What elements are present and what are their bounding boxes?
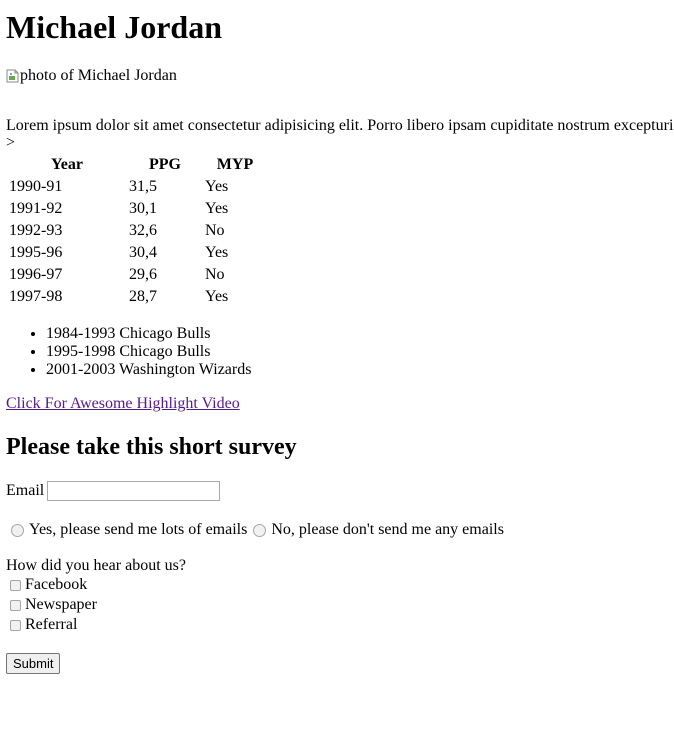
table-cell-myp: No <box>205 222 225 239</box>
table-cell-year: 1992-93 <box>9 222 63 239</box>
table-cell-year: 1996-97 <box>9 266 63 283</box>
email-label: Email <box>6 482 45 499</box>
stats-table: Year PPG MYP 1990-91 31,5 Yes 1991-92 30… <box>6 153 268 309</box>
table-cell-year: 1995-96 <box>9 244 63 261</box>
table-cell-ppg: 30,4 <box>129 244 157 261</box>
checkbox-label-referral[interactable]: Referral <box>25 616 77 634</box>
table-row: 1996-97 29,6 No <box>8 265 266 285</box>
intro-paragraph: Lorem ipsum dolor sit amet consectetur a… <box>6 117 674 134</box>
column-header-ppg: PPG <box>149 156 181 173</box>
checkbox-facebook[interactable] <box>10 579 21 591</box>
radio-yes-emails[interactable] <box>11 523 24 537</box>
page-title: Michael Jordan <box>6 9 222 45</box>
checkbox-row-facebook: Facebook <box>6 576 87 594</box>
email-preference-radio-group: Yes, please send me lots of emails No, p… <box>6 520 504 540</box>
photo-image: photo of Michael Jordan <box>6 67 177 85</box>
table-cell-ppg: 30,1 <box>129 200 157 217</box>
email-field[interactable] <box>47 481 221 501</box>
survey-heading: Please take this short survey <box>6 434 297 460</box>
table-cell-ppg: 31,5 <box>129 178 157 195</box>
table-row: 1990-91 31,5 Yes <box>8 177 266 197</box>
column-header-year: Year <box>51 156 83 173</box>
checkbox-newspaper[interactable] <box>10 599 21 611</box>
list-item: 1984-1993 Chicago Bulls <box>46 325 251 343</box>
table-row: 1992-93 32,6 No <box>8 221 266 241</box>
checkbox-label-newspaper[interactable]: Newspaper <box>25 596 97 614</box>
radio-yes-label[interactable]: Yes, please send me lots of emails <box>29 521 247 539</box>
broken-image-icon <box>6 69 19 83</box>
table-cell-ppg: 28,7 <box>129 288 157 305</box>
stray-text: > <box>6 134 16 151</box>
checkbox-row-newspaper: Newspaper <box>6 596 97 614</box>
submit-button[interactable]: Submit <box>6 653 61 674</box>
table-header-row: Year PPG MYP <box>8 155 266 175</box>
highlight-video-link[interactable]: Click For Awesome Highlight Video <box>6 395 240 413</box>
teams-list: 1984-1993 Chicago Bulls 1995-1998 Chicag… <box>6 325 251 379</box>
email-row: Email <box>6 480 221 502</box>
hear-about-us-question: How did you hear about us? <box>6 557 186 574</box>
table-cell-myp: Yes <box>205 200 229 217</box>
table-row: 1995-96 30,4 Yes <box>8 243 266 263</box>
table-cell-myp: Yes <box>205 244 229 261</box>
table-cell-myp: No <box>205 266 225 283</box>
photo-alt-text: photo of Michael Jordan <box>20 67 177 84</box>
column-header-myp: MYP <box>216 156 254 173</box>
table-cell-year: 1990-91 <box>9 178 63 195</box>
list-item: 1995-1998 Chicago Bulls <box>46 343 251 361</box>
table-cell-ppg: 29,6 <box>129 266 157 283</box>
radio-no-label[interactable]: No, please don't send me any emails <box>271 521 504 539</box>
checkbox-label-facebook[interactable]: Facebook <box>25 576 87 594</box>
table-cell-myp: Yes <box>205 288 229 305</box>
table-row: 1991-92 30,1 Yes <box>8 199 266 219</box>
radio-no-emails[interactable] <box>253 523 267 537</box>
checkbox-referral[interactable] <box>10 619 21 631</box>
checkbox-row-referral: Referral <box>6 616 77 634</box>
table-row: 1997-98 28,7 Yes <box>8 287 266 307</box>
list-item: 2001-2003 Washington Wizards <box>46 361 251 379</box>
table-cell-year: 1991-92 <box>9 200 63 217</box>
table-cell-ppg: 32,6 <box>129 222 157 239</box>
table-cell-myp: Yes <box>205 178 229 195</box>
table-cell-year: 1997-98 <box>9 288 63 305</box>
